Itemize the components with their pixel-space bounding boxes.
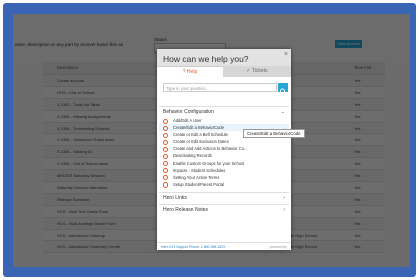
widget-title: How can we help you? (163, 54, 249, 64)
section-title[interactable]: Hero Release Notes › (159, 205, 289, 215)
chevron-right-icon[interactable]: › (283, 205, 285, 215)
article-circle-icon (163, 161, 169, 167)
tab-tickets[interactable]: ✓ Tickets (223, 66, 291, 77)
article-title: Deactivating Records (173, 153, 212, 159)
section-title-text: Hero Links (163, 195, 187, 201)
article-title: Create or Edit Exclusion Dates (173, 139, 229, 145)
help-article-link[interactable]: Deactivating Records (159, 152, 289, 160)
article-circle-icon (163, 168, 169, 174)
chevron-down-icon[interactable]: ⌄ (281, 107, 285, 117)
close-icon[interactable]: × (284, 51, 288, 58)
widget-header: How can we help you? × ? Help ✓ Tickets (157, 49, 291, 78)
article-list: Add/Edit A User Create/Edit a BehaviorCod… (159, 117, 289, 188)
help-article-link[interactable]: Create or Edit Exclusion Dates (159, 138, 289, 145)
section-behavior-configuration: Behavior Configuration ⌄ Add/Edit A User… (159, 106, 289, 188)
powered-by-label: powered by (269, 245, 287, 249)
help-article-link[interactable]: Create and Add Actions to Behavior Co... (159, 145, 289, 153)
article-title: Create and Add Actions to Behavior Co... (173, 146, 248, 152)
help-article-link[interactable]: Add/Edit A User (159, 117, 289, 124)
widget-footer: Hero K12 Support Phone: 1-800-996-1623 p… (157, 242, 291, 250)
app-screen: ease, description or any part by recover… (13, 14, 410, 267)
tab-help[interactable]: ? Help (157, 66, 223, 78)
support-phone-link[interactable]: Hero K12 Support Phone: 1-800-996-1623 (161, 245, 225, 249)
article-title: Impacts - Student Schedules (173, 167, 226, 173)
article-circle-icon (163, 146, 169, 153)
search-button[interactable] (278, 83, 288, 95)
help-widget: How can we help you? × ? Help ✓ Tickets … (157, 49, 291, 250)
help-search-input[interactable]: Type in your question... (163, 83, 277, 92)
link-tooltip: Create/Edit a BehaviorCode (243, 129, 305, 138)
article-title: Setup Student/Parent Portal (173, 181, 224, 187)
section-title[interactable]: Hero Links › (159, 193, 289, 203)
help-article-link[interactable]: Setup Student/Parent Portal (159, 181, 289, 188)
section-title[interactable]: Behavior Configuration ⌄ (159, 107, 289, 117)
article-circle-icon (163, 118, 169, 124)
article-title: Add/Edit A User (173, 118, 202, 123)
article-circle-icon (163, 153, 169, 160)
screenshot-frame: ease, description or any part by recover… (3, 3, 416, 277)
help-article-link[interactable]: Enable Custom Groups for your School (159, 160, 289, 167)
article-circle-icon (163, 182, 169, 188)
article-title: Setting Your Active Terms (173, 174, 220, 180)
article-circle-icon (163, 175, 169, 181)
search-icon (280, 88, 287, 95)
article-circle-icon (163, 125, 169, 131)
help-article-link[interactable]: Impacts - Student Schedules (159, 167, 289, 174)
article-title: Enable Custom Groups for your School (173, 160, 245, 166)
article-circle-icon (163, 139, 169, 145)
section-hero-release-notes[interactable]: Hero Release Notes › (159, 204, 289, 215)
article-title: Create/Edit a BehaviorCode (173, 125, 224, 131)
section-title-text: Hero Release Notes (163, 207, 209, 213)
help-article-link[interactable]: Setting Your Active Terms (159, 174, 289, 181)
article-title: Create or Edit a Bell Schedule (173, 132, 228, 138)
section-hero-links[interactable]: Hero Links › (159, 192, 289, 203)
chevron-right-icon[interactable]: › (283, 193, 285, 203)
section-title-text: Behavior Configuration (163, 109, 214, 115)
article-circle-icon (163, 132, 169, 138)
